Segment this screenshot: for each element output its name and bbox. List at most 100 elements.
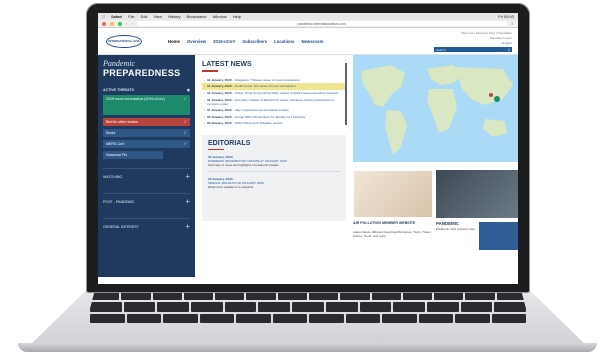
chevron-right-icon: › [204,114,206,119]
heading-underline [202,70,218,72]
thumbnail-image[interactable] [479,222,518,250]
share-icon[interactable]: ⇧ [511,21,514,26]
nav-overview[interactable]: Overview [187,39,206,44]
menubar-item-history[interactable]: History [168,14,180,19]
sidebar-section-post-pandemic[interactable]: POST - PANDEMIC + [103,193,190,209]
menubar-item-window[interactable]: Window [213,14,227,19]
news-text[interactable]: Singapore: Thirteen cases of novel coron… [235,78,300,82]
news-text[interactable]: China, Hong Kong (China SAR): Cases of 2… [235,91,338,95]
forward-icon[interactable]: › [131,21,132,26]
check-icon: ✓ [183,130,187,135]
nav-ncov[interactable]: 2019-nCoV [213,39,235,44]
nav-subscribers[interactable]: Subscribers [242,39,267,44]
threat-item-ncov[interactable]: 2019 novel coronavirus (2019-nCoV) ✓ [103,95,190,115]
plus-icon[interactable]: + [185,222,190,231]
threat-item-bird-flu[interactable]: Bird flu other strains ✓ [103,118,190,126]
page-body: Pandemic PREPAREDNESS ACTIVE THREATS ◉ 2… [98,55,518,277]
back-icon[interactable]: ‹ [126,21,127,26]
nav-home[interactable]: Home [168,39,180,44]
sidebar-title-bottom: PREPAREDNESS [103,68,181,78]
plus-icon[interactable]: + [185,197,190,206]
menubar-clock: Fri 09:43 [498,14,514,19]
search-input[interactable]: Search [436,48,446,52]
menubar-item-file[interactable]: File [128,14,134,19]
check-icon: ✓ [183,141,187,146]
map-marker-icon[interactable] [494,96,500,102]
zoom-window-icon[interactable] [118,21,122,26]
news-item[interactable]: › 31 January, 2020 – Italy: Imported nove… [202,107,346,114]
threat-item-mers[interactable]: MERS-CoV ✓ [103,140,190,148]
right-column: AIR POLLUTION MEMBER WEBSITE Latest News… [353,55,518,277]
main-nav: Home Overview 2019-nCoV Subscribers Loca… [168,39,323,44]
chevron-right-icon: › [204,121,206,126]
chevron-right-icon: › [204,77,206,82]
news-item[interactable]: › 30 January, 2020 – WHO 2019-nCoV Situat… [202,120,346,127]
browser-toolbar: ‹ › pandemic.internationalsos.com ⇧ [98,20,518,28]
screen:  Safari File Edit View History Bookmark… [98,13,518,284]
threat-item-seasonal-flu[interactable]: Seasonal Flu [103,151,163,159]
news-item[interactable]: › 31 January, 2020 – Singapore: Thirteen … [202,77,346,84]
section-label: POST - PANDEMIC [103,199,135,204]
news-text[interactable]: South Korea: Six cases of novel coronavi… [235,84,296,88]
laptop-edge [18,343,597,352]
news-list: › 31 January, 2020 – Singapore: Thirteen … [202,77,346,127]
news-item[interactable]: › 30 January, 2020 – Congo DRC: Ebola New… [202,113,346,120]
pandemic-card-summary: Pandemic Sub previous stor [436,227,475,231]
eye-icon[interactable]: ◉ [187,88,190,92]
language-select[interactable]: English [461,41,512,46]
laptop-mockup:  Safari File Edit View History Bookmark… [0,0,613,356]
search-icon[interactable]: ⚲ [508,48,510,52]
plus-icon[interactable]: + [185,172,190,181]
threat-item-ebola[interactable]: Ebola ✓ [103,129,190,137]
close-window-icon[interactable] [102,21,106,26]
news-item-highlighted[interactable]: › 31 January, 2020 – South Korea: Six cas… [202,83,346,90]
keyboard [86,290,530,324]
editorials-panel: EDITORIALS 30 January, 2020 PANDEMIC INF… [202,134,346,221]
editorial-summary: Summary of news and highlights of pandem… [208,163,279,168]
active-threats-header: ACTIVE THREATS ◉ [103,88,190,92]
map-marker-icon[interactable] [489,93,493,97]
site-logo[interactable]: INTERNATIONAL SOS [106,34,142,48]
menubar-app[interactable]: Safari [111,14,122,19]
sidebar-section-general-interest[interactable]: GENERAL INTEREST + [103,218,190,234]
air-pollution-card-title[interactable]: AIR POLLUTION MEMBER WEBSITE [353,221,431,226]
nav-newsroom[interactable]: Newsroom [301,39,323,44]
active-threats-label: ACTIVE THREATS [103,88,134,92]
main-column: LATEST NEWS › 31 January, 2020 – Singapor… [195,55,353,277]
news-item[interactable]: › 31 January, 2020 – China, Hong Kong (Ch… [202,90,346,97]
air-pollution-card-image[interactable] [353,170,433,218]
divider [208,171,340,173]
editorial-summary: 2019-nCoV updates in a snapshot [208,185,254,190]
menubar-item-edit[interactable]: Edit [141,14,148,19]
menubar-item-view[interactable]: View [153,14,162,19]
news-item[interactable]: › 31 January, 2020 – Germany: Cluster of … [202,96,346,107]
check-icon: ✓ [183,119,187,124]
nav-locations[interactable]: Locations [274,39,294,44]
header-utility: About Us | Careers | FAQ | Translation M… [461,31,512,46]
news-scrollbar[interactable] [345,63,347,125]
news-text[interactable]: Congo DRC: Ebola News 31 January to 2 Fe… [235,115,305,119]
heading-underline [208,148,224,151]
search-field[interactable]: Search ⚲ [434,47,512,52]
news-date: 31 January, 2020 [207,84,232,89]
menubar-item-help[interactable]: Help [233,14,241,19]
air-pollution-card-summary: Latest News, Affected Countries/Territor… [353,230,431,238]
apple-icon[interactable]:  [102,14,105,19]
news-text[interactable]: WHO 2019-nCoV Situation reports [235,121,282,125]
news-date: 30 January, 2020 [207,114,232,119]
news-date: 30 January, 2020 [207,121,232,126]
threat-label: MERS-CoV [106,142,125,146]
world-map[interactable] [353,55,518,162]
address-bar[interactable]: pandemic.internationalsos.com [136,21,507,26]
news-date: 31 January, 2020 [207,108,232,113]
minimize-window-icon[interactable] [110,21,114,26]
sidebar-section-watching[interactable]: WATCHING + [103,168,190,184]
pandemic-card-image[interactable] [436,170,518,218]
sidebar: Pandemic PREPAREDNESS ACTIVE THREATS ◉ 2… [98,55,195,277]
menubar-item-bookmarks[interactable]: Bookmarks [187,14,207,19]
news-date: 31 January, 2020 [207,90,232,95]
pandemic-card-title[interactable]: PANDEMIC [436,221,459,226]
news-text[interactable]: Italy: Imported novel coronavirus cases [235,108,289,112]
sidebar-title-top: Pandemic [103,59,135,68]
chevron-right-icon: › [204,84,206,89]
